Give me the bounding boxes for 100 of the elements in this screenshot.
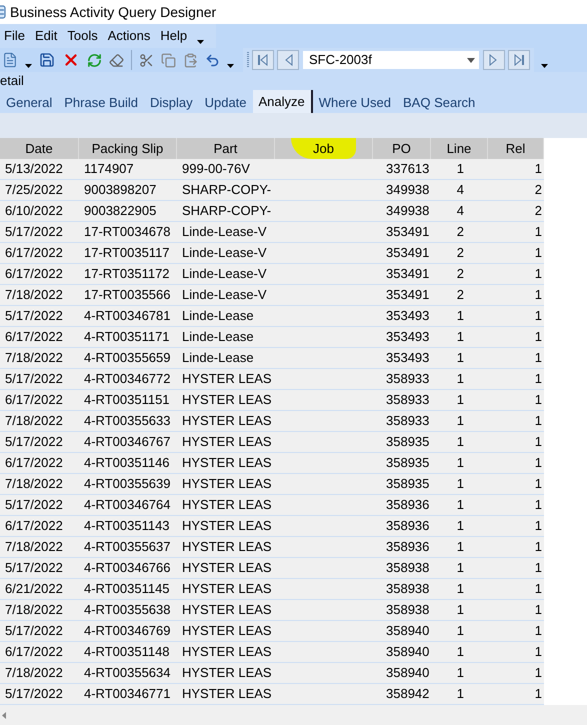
table-cell-text: 4-RT00346764 [84, 496, 170, 514]
tab[interactable]: Phrase Build [58, 92, 144, 113]
save-icon[interactable] [39, 52, 55, 68]
table-cell-text: 1 [456, 538, 464, 556]
table-cell-text: Linde-Lease [182, 328, 254, 346]
menu-overflow-icon[interactable] [197, 40, 204, 44]
table-cell-text: 5/17/2022 [5, 370, 63, 388]
menu-item[interactable]: Help [160, 26, 188, 46]
table-cell-text: Linde-Lease-V [182, 286, 267, 304]
eraser-icon[interactable] [109, 52, 124, 68]
table-cell-text: 1 [456, 643, 464, 662]
table-cell-text: 4-RT00351151 [84, 391, 170, 410]
table-cell-text: Linde-Lease-V [182, 244, 267, 262]
paste-icon[interactable] [183, 52, 198, 68]
column-header[interactable]: Line [431, 138, 488, 159]
table-cell-text: 4-RT00355633 [84, 412, 170, 430]
table-cell-text: HYSTER LEAS [182, 496, 272, 514]
table-cell-text: 7/18/2022 [5, 349, 63, 368]
table-cell-text: 353491 [386, 244, 430, 262]
first-record-button[interactable] [252, 50, 274, 70]
table-cell-text: 358940 [386, 643, 430, 662]
table-cell-text: 17-RT0035566 [84, 286, 170, 304]
column-header[interactable]: Packing Slip [79, 138, 177, 159]
table-cell-text: 1 [534, 559, 542, 578]
menu-item[interactable]: Actions [108, 26, 150, 46]
table-cell-text: 1 [456, 664, 464, 682]
table-cell-text: 1 [534, 328, 542, 346]
table-cell-text: 7/18/2022 [5, 286, 63, 304]
table-cell-text: 358938 [386, 559, 430, 578]
table-cell-text: 4-RT00346766 [84, 559, 170, 578]
table-cell-text: HYSTER LEAS [182, 643, 272, 662]
table-cell-text: 999-00-76V [182, 160, 250, 178]
record-combo-box[interactable]: SFC-2003f [302, 50, 480, 70]
table-cell-text: 4-RT00351145 [84, 580, 170, 598]
last-record-button[interactable] [508, 50, 530, 70]
table-cell-text: 1 [456, 496, 464, 514]
caret-icon[interactable] [541, 64, 548, 68]
refresh-icon[interactable] [87, 52, 102, 68]
tab[interactable]: Update [198, 92, 253, 113]
new-document-icon[interactable] [2, 52, 18, 68]
table-cell-text: HYSTER LEAS [182, 433, 272, 452]
tab[interactable]: Analyze [252, 90, 313, 113]
table-cell-text: 1 [534, 475, 542, 494]
scroll-left-icon[interactable] [2, 712, 6, 718]
tab[interactable]: Display [144, 92, 199, 113]
table-cell-text: 6/17/2022 [5, 328, 63, 346]
table-cell-text: HYSTER LEAS [182, 601, 272, 620]
left-triangle-icon [257, 54, 269, 66]
table-cell-text: 1 [456, 370, 464, 388]
tab[interactable]: General [0, 92, 58, 113]
table-cell-text: 4-RT00355634 [84, 664, 170, 682]
table-cell-text: 353491 [386, 286, 430, 304]
menu-item[interactable]: File [4, 26, 25, 46]
table-cell-text: 1 [456, 349, 464, 368]
menu-item[interactable]: Tools [67, 26, 98, 46]
table-cell-text: Linde-Lease [182, 307, 254, 326]
table-cell-text: 349938 [386, 181, 430, 200]
table-cell-text: 6/17/2022 [5, 265, 63, 284]
copy-icon[interactable] [161, 52, 176, 68]
menu-item[interactable]: Edit [34, 26, 58, 46]
table-cell-text: HYSTER LEAS [182, 517, 272, 536]
table-cell-text: 4-RT00346781 [84, 307, 170, 326]
caret-icon[interactable] [227, 64, 234, 68]
table-cell-text: 6/17/2022 [5, 454, 63, 472]
table-cell-text: 4-RT00355638 [84, 601, 170, 620]
table-cell-text: 5/17/2022 [5, 559, 63, 578]
table-cell-text: 1 [534, 265, 542, 284]
table-cell-text: SHARP-COPY- [182, 181, 272, 200]
table-cell-text: 358935 [386, 454, 430, 472]
table-cell-text: 1 [534, 664, 542, 682]
column-header[interactable]: PO [373, 138, 431, 159]
table-cell-text: HYSTER LEAS [182, 370, 272, 388]
horizontal-scrollbar[interactable] [0, 705, 587, 725]
table-cell-text: 1 [534, 601, 542, 620]
column-header[interactable]: Part [177, 138, 275, 159]
table-cell-text: 358933 [386, 391, 430, 410]
table-cell-text: 5/17/2022 [5, 496, 63, 514]
table-cell-text: 1 [534, 643, 542, 662]
tab[interactable]: BAQ Search [397, 92, 482, 113]
table-cell-text: SHARP-COPY- [182, 202, 272, 220]
table-cell-text: 4-RT00351148 [84, 643, 170, 662]
caret-icon[interactable] [25, 64, 32, 68]
next-record-button[interactable] [483, 50, 505, 70]
table-cell-text: 1 [534, 286, 542, 304]
undo-icon[interactable] [205, 52, 220, 68]
table-cell-text: 4 [456, 202, 464, 220]
table-cell-text: HYSTER LEAS [182, 475, 272, 494]
table-cell-text: 1 [534, 496, 542, 514]
previous-record-button[interactable] [277, 50, 299, 70]
table-cell-text: 1 [456, 475, 464, 494]
table-cell-text: 1 [534, 307, 542, 326]
table-cell-text: 1 [534, 454, 542, 472]
column-header[interactable]: Rel [488, 138, 544, 159]
column-header[interactable]: Date [0, 138, 79, 159]
table-cell-text: 2 [534, 181, 542, 200]
table-cell-text: 353491 [386, 265, 430, 284]
cut-icon[interactable] [139, 52, 154, 68]
table-cell-text: 2 [534, 202, 542, 220]
tab[interactable]: Where Used [312, 92, 398, 113]
table-cell-text: 17-RT0034678 [84, 223, 170, 242]
